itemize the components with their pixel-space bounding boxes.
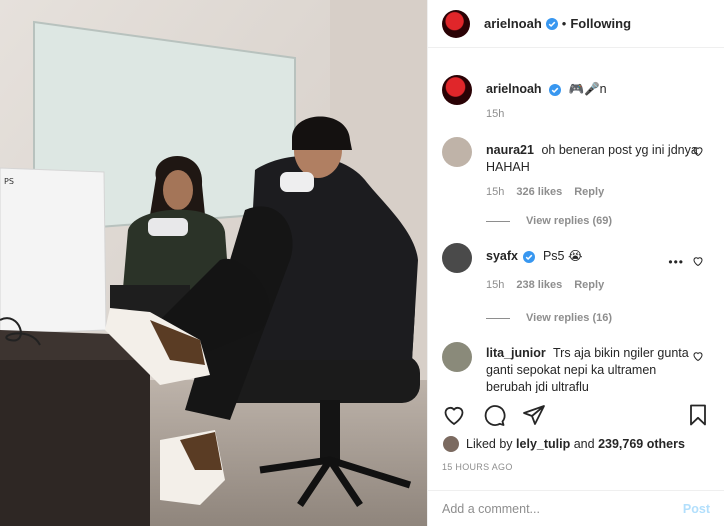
post-timestamp[interactable]: 15 HOURS AGO bbox=[442, 462, 513, 472]
comment-like-heart-icon[interactable] bbox=[692, 145, 704, 157]
post-header: arielnoah • Following bbox=[428, 0, 724, 48]
caption-time[interactable]: 15h bbox=[486, 106, 504, 123]
likes-summary: Liked by lely_tulip and 239,769 others bbox=[442, 435, 685, 453]
svg-text:PS: PS bbox=[4, 177, 14, 186]
comment-meta: 15h 326 likes Reply bbox=[486, 184, 704, 201]
view-replies-button[interactable]: View replies (69) bbox=[486, 215, 710, 227]
view-replies-line bbox=[486, 317, 510, 319]
author-avatar[interactable] bbox=[442, 9, 470, 38]
view-replies-label: View replies (16) bbox=[526, 312, 613, 324]
comment-item: lita_junior Trs aja bikin ngiler gunta g… bbox=[442, 342, 710, 393]
bookmark-icon[interactable] bbox=[686, 403, 710, 427]
comment-avatar[interactable] bbox=[442, 243, 472, 273]
comment-body: lita_junior Trs aja bikin ngiler gunta g… bbox=[486, 345, 704, 393]
comment-body: naura21 oh beneran post yg ini jdnya HAH… bbox=[486, 142, 704, 201]
comment-time[interactable]: 15h bbox=[486, 277, 504, 294]
reply-button[interactable]: Reply bbox=[574, 184, 604, 201]
caption-text: 🎮🎤n bbox=[568, 82, 607, 96]
post-modal: PS arielnoah • Following arielnoah 🎮🎤n 1… bbox=[0, 0, 724, 526]
post-actions-bar bbox=[428, 400, 724, 430]
likes-count[interactable]: 239,769 others bbox=[598, 437, 685, 451]
caption-avatar[interactable] bbox=[442, 75, 472, 105]
comment-icon[interactable] bbox=[482, 403, 506, 427]
comment-username[interactable]: naura21 bbox=[486, 143, 534, 157]
verified-icon bbox=[545, 17, 558, 30]
comment-item: naura21 oh beneran post yg ini jdnya HAH… bbox=[442, 137, 710, 201]
caption-body: arielnoah 🎮🎤n 15h bbox=[486, 81, 704, 123]
liker-username[interactable]: lely_tulip bbox=[516, 437, 570, 451]
comment-likes[interactable]: 326 likes bbox=[516, 184, 562, 201]
view-replies-button[interactable]: View replies (16) bbox=[486, 312, 710, 324]
caption-username[interactable]: arielnoah bbox=[486, 82, 542, 96]
add-comment-bar: Post bbox=[428, 490, 724, 526]
reply-button[interactable]: Reply bbox=[574, 277, 604, 294]
likes-prefix: Liked by bbox=[466, 437, 513, 451]
view-replies-label: View replies (69) bbox=[526, 215, 613, 227]
caption: arielnoah 🎮🎤n 15h bbox=[442, 75, 710, 123]
comment-like-heart-icon[interactable] bbox=[692, 255, 704, 267]
photo-illustration: PS bbox=[0, 0, 427, 526]
comment-text: Ps5 😭 bbox=[542, 249, 583, 263]
post-button[interactable]: Post bbox=[683, 502, 710, 516]
comment-like-heart-icon[interactable] bbox=[692, 350, 704, 362]
comment-time[interactable]: 15h bbox=[486, 184, 504, 201]
following-button[interactable]: Following bbox=[570, 16, 631, 31]
liker-avatar[interactable] bbox=[442, 435, 460, 453]
comment-item: syafx Ps5 😭 15h 238 likes Reply ••• bbox=[442, 243, 710, 294]
comment-input[interactable] bbox=[442, 501, 683, 516]
comment-avatar[interactable] bbox=[442, 137, 472, 167]
ellipsis-icon[interactable]: ••• bbox=[668, 255, 684, 269]
author-username[interactable]: arielnoah bbox=[484, 16, 542, 31]
verified-icon bbox=[523, 250, 536, 263]
heart-icon[interactable] bbox=[442, 403, 466, 427]
likes-connector: and bbox=[573, 437, 595, 451]
header-separator: • bbox=[561, 16, 567, 31]
comment-username[interactable]: syafx bbox=[486, 249, 518, 263]
comment-meta: 15h 238 likes Reply bbox=[486, 277, 704, 294]
post-details-panel: arielnoah • Following arielnoah 🎮🎤n 15h … bbox=[427, 0, 724, 526]
post-photo[interactable]: PS bbox=[0, 0, 427, 526]
caption-meta: 15h bbox=[486, 106, 704, 123]
verified-icon bbox=[549, 83, 562, 96]
share-icon[interactable] bbox=[522, 403, 546, 427]
comment-likes[interactable]: 238 likes bbox=[516, 277, 562, 294]
comments-list[interactable]: arielnoah 🎮🎤n 15h naura21 oh beneran pos… bbox=[428, 63, 724, 393]
comment-username[interactable]: lita_junior bbox=[486, 346, 546, 360]
view-replies-line bbox=[486, 220, 510, 222]
comment-avatar[interactable] bbox=[442, 342, 472, 372]
